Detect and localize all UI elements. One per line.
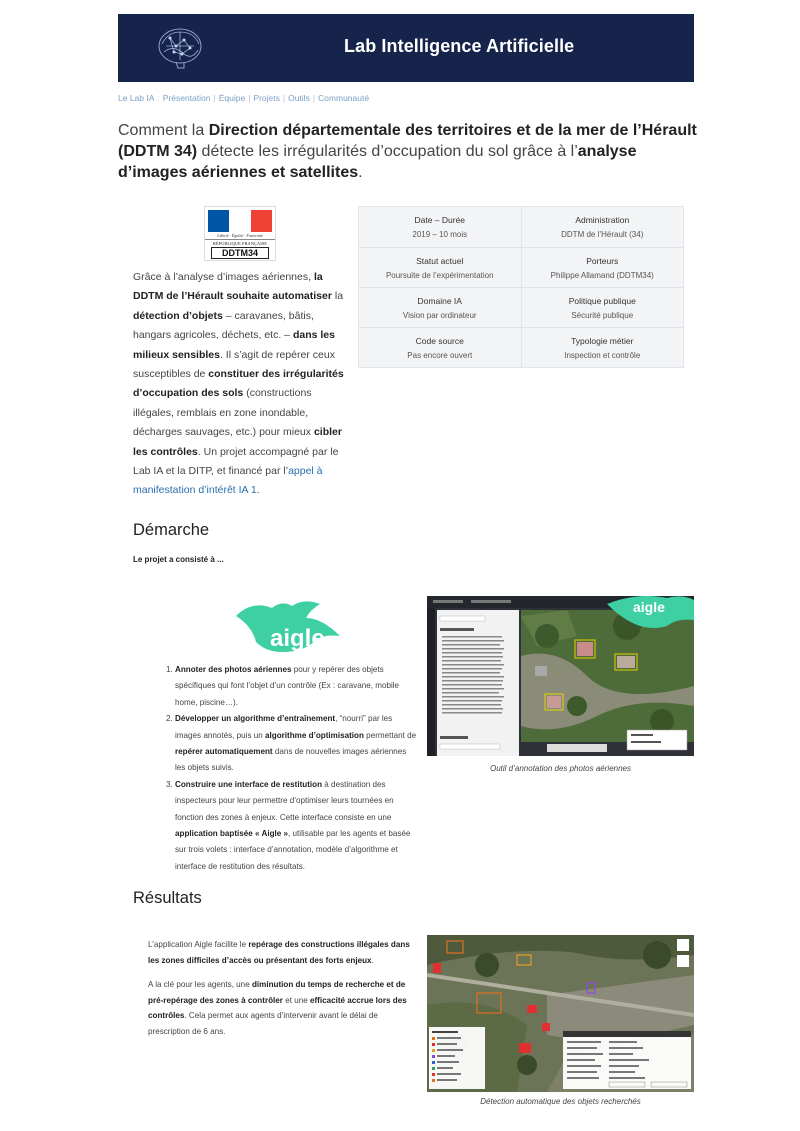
cell-label: Typologie métier — [571, 336, 634, 346]
section-heading-demarche: Démarche — [133, 521, 210, 539]
table-cell: Politique publique Sécurité publique — [520, 288, 684, 327]
table-cell: Domaine IA Vision par ordinateur — [359, 288, 521, 327]
cell-value: DDTM de l’Hérault (34) — [561, 230, 644, 239]
nav-item-projets[interactable]: Projets — [253, 93, 279, 103]
figure-caption-detection: Détection automatique des objets recherc… — [480, 1097, 641, 1106]
site-title: Lab Intelligence Artificielle — [344, 36, 575, 56]
intro-paragraph: Grâce à l’analyse d’images aériennes, la… — [133, 271, 344, 497]
cell-value: Philippe Allamand (DDTM34) — [550, 271, 654, 280]
cell-label: Porteurs — [586, 256, 619, 266]
cell-label: Statut actuel — [416, 256, 464, 266]
list-item: Développer un algorithme d’entraînement,… — [175, 711, 418, 777]
nav-item-presentation[interactable]: Présentation — [163, 93, 211, 103]
cell-label: Administration — [575, 215, 630, 225]
list-item: Annoter des photos aériennes pour y repé… — [175, 662, 418, 711]
brain-network-icon — [158, 28, 202, 69]
resultats-text: L’application Aigle facilite le repérage… — [148, 937, 410, 1040]
demarche-lead: Le projet a consisté à ... — [133, 555, 224, 564]
table-cell: Statut actuel Poursuite de l’expérimentat… — [359, 248, 521, 287]
table-cell: Typologie métier Inspection et contrôle — [520, 328, 684, 367]
annotation-tool-image: aigle — [427, 596, 694, 756]
nav-item-lab-ia[interactable]: Le Lab IA — [118, 93, 154, 103]
cell-value: Poursuite de l’expérimentation — [385, 271, 494, 280]
table-cell: Code source Pas encore ouvert — [359, 328, 521, 367]
table-row: Domaine IA Vision par ordinateur Politique… — [359, 287, 683, 327]
aigle-wordmark-small: aigle — [633, 599, 665, 615]
project-info-table: Date – Durée 2019 – 10 mois Administration… — [358, 206, 684, 368]
list-item: Construire une interface de restitution … — [175, 777, 418, 875]
cell-value: Inspection et contrôle — [564, 351, 641, 360]
cell-value: Pas encore ouvert — [407, 351, 473, 360]
annotation-tool-screenshot: aigle — [427, 596, 694, 756]
table-row: Date – Durée 2019 – 10 mois Administration… — [359, 207, 683, 247]
resultats-paragraph-2: A la clé pour les agents, une diminution… — [148, 980, 407, 1036]
section-heading-resultats: Résultats — [133, 889, 202, 907]
cell-label: Date – Durée — [414, 215, 466, 225]
cell-label: Code source — [415, 336, 464, 346]
resultats-paragraph-1: L’application Aigle facilite le repérage… — [148, 940, 410, 965]
marianne-flag-icon — [208, 210, 272, 232]
top-nav: Le Lab IA: Présentation | Équipe | Projets | Ou… — [118, 93, 370, 103]
cell-label: Politique publique — [568, 296, 636, 306]
nav-item-communaute[interactable]: Communauté — [318, 93, 369, 103]
cell-value: 2019 – 10 mois — [412, 230, 468, 239]
detection-map-screenshot — [427, 935, 694, 1092]
cell-value: Vision par ordinateur — [402, 311, 477, 320]
page-headline: Comment la Direction départementale des … — [118, 122, 697, 181]
demarche-steps: Annoter des photos aériennes pour y repé… — [160, 662, 418, 875]
table-cell: Date – Durée 2019 – 10 mois — [359, 207, 521, 247]
aigle-logo: aigle — [236, 601, 340, 652]
cell-label: Domaine IA — [417, 296, 462, 306]
table-row: Code source Pas encore ouvert Typologie mé… — [359, 327, 683, 367]
table-cell: Porteurs Philippe Allamand (DDTM34) — [520, 248, 684, 287]
detection-map-image — [427, 935, 694, 1092]
ddtm-logo: Liberté · Égalité · Fraternité RÉPUBLIQU… — [204, 206, 276, 261]
table-cell: Administration DDTM de l’Hérault (34) — [520, 207, 684, 247]
nav-item-outils[interactable]: Outils — [288, 93, 310, 103]
aigle-wordmark: aigle — [270, 625, 325, 652]
site-banner: Lab Intelligence Artificielle — [118, 14, 694, 82]
nav-item-equipe[interactable]: Équipe — [219, 93, 245, 103]
figure-caption-annotation: Outil d’annotation des photos aériennes — [490, 764, 631, 773]
cell-value: Sécurité publique — [571, 311, 634, 320]
table-row: Statut actuel Poursuite de l’expérimentat… — [359, 247, 683, 287]
